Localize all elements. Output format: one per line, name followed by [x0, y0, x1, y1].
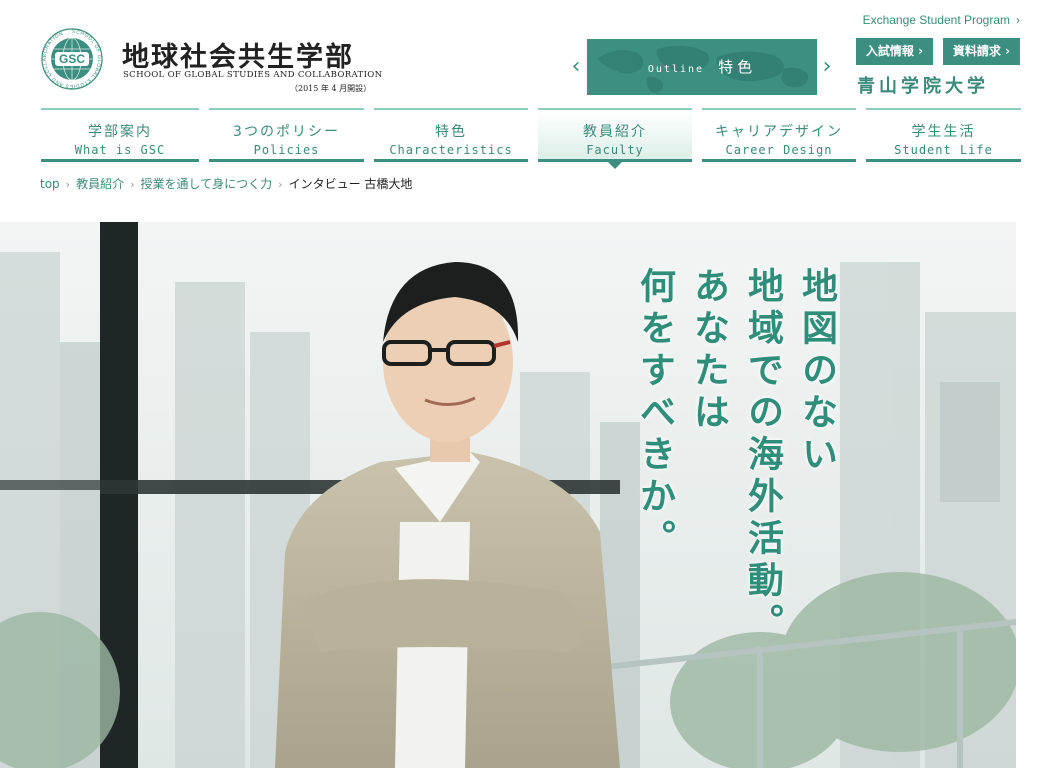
exchange-student-link[interactable]: Exchange Student Program › — [863, 13, 1020, 27]
breadcrumb-link-skills[interactable]: 授業を通して身につく力 — [141, 177, 273, 191]
exchange-label: Exchange Student Program — [862, 13, 1010, 27]
request-materials-label: 資料請求 — [952, 44, 1001, 58]
nav-label-jp: 学生生活 — [911, 124, 976, 140]
nav-item-about[interactable]: 学部案内 What is GSC — [41, 108, 199, 162]
breadcrumb-current: インタビュー 古橋大地 — [288, 177, 413, 191]
nav-label-jp: 3つのポリシー — [233, 124, 340, 140]
breadcrumb: top › 教員紹介 › 授業を通して身につく力 › インタビュー 古橋大地 — [40, 175, 412, 192]
nav-label-en: Policies — [253, 143, 320, 157]
nav-item-faculty[interactable]: 教員紹介 Faculty — [538, 108, 692, 169]
opening-date: （2015 年 4 月開設） — [290, 84, 372, 93]
svg-text:GSC: GSC — [59, 52, 85, 66]
nav-item-career[interactable]: キャリアデザイン Career Design — [702, 108, 856, 162]
breadcrumb-link-faculty[interactable]: 教員紹介 — [76, 177, 124, 191]
chevron-right-icon: › — [65, 178, 71, 191]
nav-label-jp: 学部案内 — [88, 124, 152, 140]
breadcrumb-link-top[interactable]: top — [40, 177, 60, 191]
chevron-right-icon: › — [278, 178, 283, 191]
gsc-logo[interactable]: GSC SCHOOL OF GLOBAL STUDIES AND COLLABO… — [40, 27, 383, 97]
nav-item-policies[interactable]: 3つのポリシー Policies — [209, 108, 364, 162]
chevron-right-icon: › — [130, 178, 135, 191]
nav-item-student-life[interactable]: 学生生活 Student Life — [866, 108, 1021, 162]
chevron-right-icon: › — [1000, 44, 1011, 58]
admission-info-label: 入試情報 — [865, 44, 914, 58]
globe-emblem-icon: GSC SCHOOL OF GLOBAL STUDIES AND COLLABO… — [41, 28, 103, 90]
chevron-right-icon: › — [1016, 13, 1020, 27]
banner-label-jp: 特色 — [718, 58, 757, 76]
global-nav: 学部案内 What is GSC 3つのポリシー Policies 特色 Cha… — [41, 108, 1021, 169]
nav-label-jp: キャリアデザイン — [715, 124, 843, 140]
headline-line-2: 地域での海外活動。 — [742, 267, 783, 645]
headline-line-3: あなたは — [688, 267, 729, 435]
banner-next-button[interactable]: › — [821, 55, 833, 79]
nav-label-en: Student Life — [894, 143, 993, 157]
request-materials-button[interactable]: 資料請求 › — [943, 38, 1020, 65]
chevron-right-icon: › — [913, 44, 924, 58]
faculty-title-en: SCHOOL OF GLOBAL STUDIES AND COLLABORATI… — [123, 70, 383, 80]
nav-label-en: Characteristics — [389, 143, 513, 157]
headline-line-1: 地図のない — [796, 267, 837, 477]
nav-item-characteristics[interactable]: 特色 Characteristics — [374, 108, 528, 162]
interview-photo — [0, 222, 1016, 768]
nav-label-en: Faculty — [586, 143, 644, 157]
outline-banner[interactable]: Outline 特色 — [587, 39, 817, 95]
headline-line-4: 何をすべきか。 — [634, 267, 675, 561]
hero-image: 地図のない 地域での海外活動。 あなたは 何をすべきか。 — [0, 222, 1016, 768]
banner-label-en: Outline — [647, 64, 705, 75]
nav-label-jp: 教員紹介 — [583, 124, 647, 140]
nav-label-en: Career Design — [725, 143, 833, 157]
nav-label-en: What is GSC — [74, 143, 166, 157]
faculty-title: 地球社会共生学部 — [122, 42, 354, 73]
banner-prev-button[interactable]: ‹ — [570, 55, 582, 79]
university-logo[interactable]: 青山学院大学 — [857, 72, 1020, 98]
nav-label-jp: 特色 — [435, 124, 467, 140]
admission-info-button[interactable]: 入試情報 › — [856, 38, 933, 65]
